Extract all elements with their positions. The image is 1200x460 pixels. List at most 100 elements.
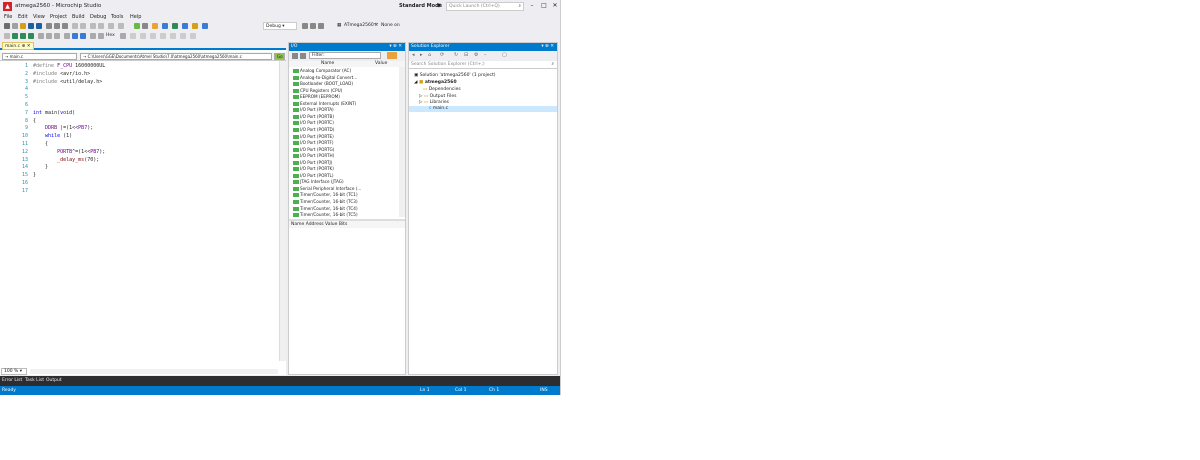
io-register-row[interactable]: Timer/Counter, 16-bit (TC4) (293, 206, 358, 211)
toolbar-icon[interactable] (4, 23, 10, 29)
go-icon[interactable]: Go (274, 53, 285, 60)
tab-output[interactable]: Output (46, 378, 62, 383)
paste-icon[interactable] (62, 23, 68, 29)
io-register-row[interactable]: Serial Peripheral Interface (... (293, 186, 361, 191)
tree-item-dependencies[interactable]: ▭ Dependencies (423, 87, 461, 92)
refresh-icon[interactable] (387, 52, 397, 59)
code-line[interactable]: #include <avr/io.h> (33, 71, 90, 77)
grid-view-icon[interactable] (292, 53, 298, 59)
properties-icon[interactable]: ⚙ (474, 52, 478, 58)
io-register-row[interactable]: Bootloader (BOOT_LOAD) (293, 81, 353, 87)
hammer-icon[interactable]: ⚒ (374, 23, 378, 28)
io-register-row[interactable]: External Interrupts (EXINT) (293, 101, 356, 106)
editor-horizontal-scrollbar[interactable] (30, 369, 278, 374)
tree-item-libraries[interactable]: ▷ ▭ Libraries (419, 100, 449, 105)
copy-icon[interactable] (54, 23, 60, 29)
io-register-row[interactable]: I/O Port (PORTL) (293, 173, 334, 178)
io-register-row[interactable]: I/O Port (PORTD) (293, 127, 334, 132)
io-register-row[interactable]: I/O Port (PORTK) (293, 166, 334, 172)
io-filter-input[interactable]: Filter: (309, 52, 381, 59)
menu-project[interactable]: Project (50, 14, 67, 20)
chip-icon[interactable]: ▦ (337, 23, 341, 28)
step-into-icon[interactable] (64, 33, 70, 39)
io-register-row[interactable]: I/O Port (PORTE) (293, 134, 334, 139)
code-line[interactable]: _delay_ms(70); (33, 157, 99, 163)
extension-icon[interactable] (192, 23, 198, 29)
pause-icon[interactable] (38, 33, 44, 39)
filter-icon[interactable]: ▼ (437, 3, 441, 9)
minimize-icon[interactable]: – (527, 2, 537, 9)
step-out-icon[interactable] (80, 33, 86, 39)
io-register-row[interactable]: CPU Registers (CPU) (293, 88, 342, 93)
bookmark-icon[interactable] (118, 23, 124, 29)
refresh-icon[interactable]: ↻ (454, 52, 458, 58)
panel-controls-icon[interactable]: ▾ ⊕ ✕ (541, 44, 554, 49)
tab-error-list[interactable]: Error List (2, 378, 22, 383)
tool-name[interactable]: None on (381, 23, 400, 28)
io-register-row[interactable]: I/O Port (PORTJ) (293, 160, 332, 165)
tab-main-c[interactable]: main.c ⊕ ✕ (2, 42, 34, 50)
locals-icon[interactable] (150, 33, 156, 39)
new-project-icon[interactable] (12, 23, 18, 29)
tree-item-solution[interactable]: ▣ Solution 'atmega2560' (1 project) (414, 73, 496, 78)
find-icon[interactable] (142, 23, 148, 29)
navigate-forward-icon[interactable] (98, 23, 104, 29)
preview-icon[interactable]: ▢ (502, 52, 507, 58)
close-icon[interactable]: ✕ (550, 2, 560, 9)
navigate-back-icon[interactable] (90, 23, 96, 29)
watch-icon[interactable] (140, 33, 146, 39)
io-register-row[interactable]: Analog Comparator (AC) (293, 68, 351, 73)
processor-view-icon[interactable] (190, 33, 196, 39)
tab-task-list[interactable]: Task List (25, 378, 44, 383)
stop-icon[interactable] (46, 33, 52, 39)
standard-mode-label[interactable]: Standard Mode (399, 3, 442, 9)
solution-search-input[interactable]: Search Solution Explorer (Ctrl+;) ⌕ (409, 61, 557, 69)
io-register-row[interactable]: I/O Port (PORTC) (293, 120, 334, 126)
save-icon[interactable] (28, 23, 34, 29)
menu-edit[interactable]: Edit (18, 14, 28, 20)
code-line[interactable]: #define F_CPU 16000000UL (33, 63, 105, 69)
pin-icon[interactable]: ⊕ ✕ (22, 44, 31, 49)
code-line[interactable]: int main(void) (33, 110, 75, 116)
io-register-row[interactable]: Analog-to-Digital Convert... (293, 75, 357, 80)
quick-launch-input[interactable]: Quick Launch (Ctrl+Q) ⌕ (446, 2, 524, 11)
menu-debug[interactable]: Debug (90, 14, 106, 20)
home-icon[interactable]: ⌂ (428, 52, 431, 58)
step-over-icon[interactable] (72, 33, 78, 39)
start-without-debugging-icon[interactable] (28, 33, 34, 39)
debug-tool-icon[interactable] (172, 23, 178, 29)
zoom-dropdown[interactable]: 100 % ▾ (1, 368, 27, 375)
maximize-icon[interactable]: □ (539, 2, 549, 9)
back-icon[interactable]: ◂ (412, 52, 415, 58)
io-register-row[interactable]: Timer/Counter, 16-bit (TC3) (293, 199, 358, 204)
open-folder-icon[interactable] (20, 23, 26, 29)
code-line[interactable]: } (33, 164, 48, 170)
io-register-row[interactable]: I/O Port (PORTH) (293, 153, 334, 159)
io-register-row[interactable]: I/O Port (PORTB) (293, 114, 334, 119)
collapse-icon[interactable]: ⊟ (464, 52, 468, 58)
io-register-row[interactable]: Timer/Counter, 16-bit (TC1) (293, 192, 358, 198)
panel-controls-icon[interactable]: ▾ ⊕ ✕ (389, 44, 402, 49)
code-line[interactable]: DDRB |=(1<<PB7); (33, 125, 93, 131)
hex-toggle[interactable]: Hex (106, 33, 115, 38)
io-register-row[interactable]: EEPROM (EEPROM) (293, 94, 340, 100)
sync-icon[interactable]: ⟳ (440, 52, 444, 58)
save-all-icon[interactable] (36, 23, 42, 29)
code-line[interactable]: while (1) (33, 133, 72, 139)
editor-vertical-scrollbar[interactable] (279, 61, 286, 361)
undo-icon[interactable] (72, 23, 78, 29)
run-to-cursor-icon[interactable] (90, 33, 96, 39)
io-register-row[interactable]: I/O Port (PORTA) (293, 107, 334, 113)
menu-tools[interactable]: Tools (111, 14, 123, 20)
cut-icon[interactable] (46, 23, 52, 29)
minus-icon[interactable]: – (484, 52, 487, 58)
list-view-icon[interactable] (300, 53, 306, 59)
tree-item-main-c[interactable]: c main.c (429, 106, 448, 111)
code-area[interactable]: #define F_CPU 16000000UL #include <avr/io… (33, 61, 278, 361)
disassembly-icon[interactable] (98, 33, 104, 39)
start-debugging-icon[interactable] (12, 33, 18, 39)
help-icon[interactable] (202, 23, 208, 29)
breakpoint-icon[interactable] (120, 33, 126, 39)
scope-dropdown[interactable]: → main.c (2, 53, 77, 60)
io-register-row[interactable]: I/O Port (PORTG) (293, 147, 334, 152)
